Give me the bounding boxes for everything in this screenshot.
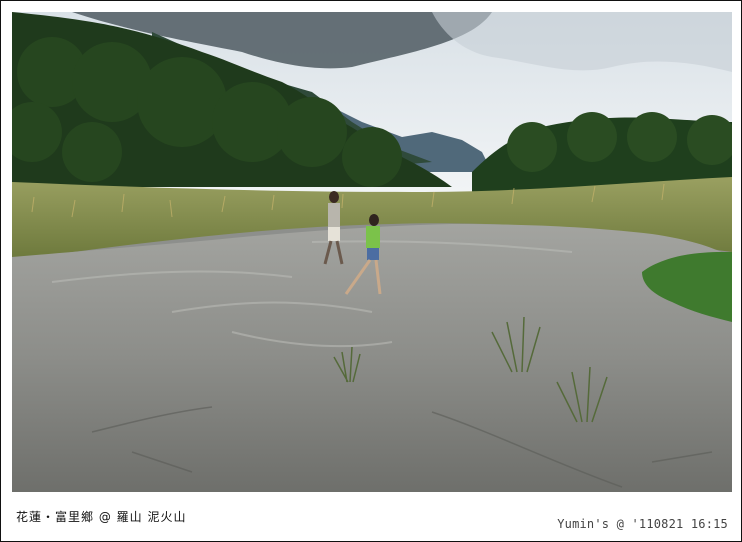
photo-frame: 花蓮・富里鄉 @ 羅山 泥火山 Yumin's @ '110821 16:15 bbox=[0, 0, 742, 542]
mud-flat bbox=[12, 224, 732, 492]
landscape-illustration bbox=[12, 12, 732, 492]
landscape-photo bbox=[12, 12, 732, 492]
caption-location: 花蓮・富里鄉 @ 羅山 泥火山 bbox=[16, 510, 187, 524]
caption-watermark: Yumin's @ '110821 16:15 bbox=[557, 517, 728, 531]
